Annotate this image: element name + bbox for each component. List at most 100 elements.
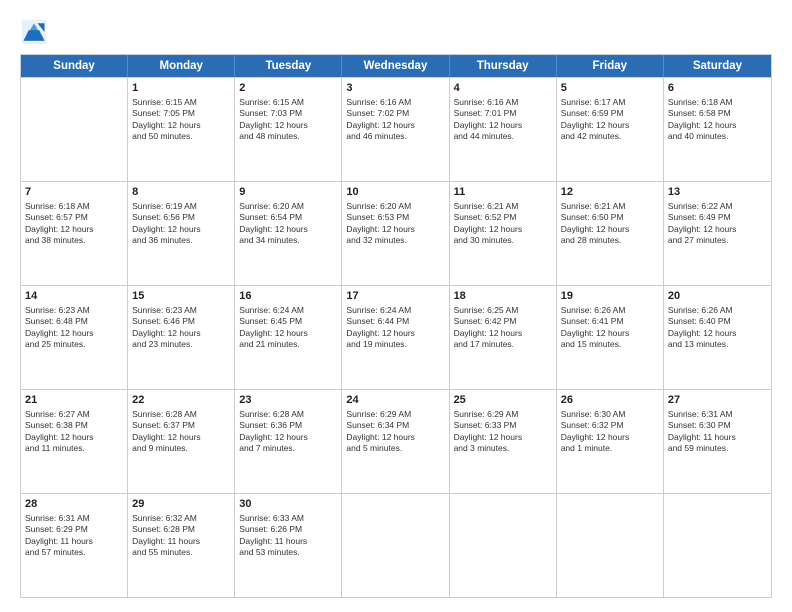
calendar-week-5: 28Sunrise: 6:31 AMSunset: 6:29 PMDayligh…	[21, 493, 771, 597]
calendar-cell: 26Sunrise: 6:30 AMSunset: 6:32 PMDayligh…	[557, 390, 664, 493]
calendar-week-1: 1Sunrise: 6:15 AMSunset: 7:05 PMDaylight…	[21, 77, 771, 181]
cell-content: Sunrise: 6:33 AM	[239, 513, 337, 524]
day-number: 26	[561, 393, 659, 408]
day-number: 2	[239, 81, 337, 96]
cell-content: Sunset: 6:37 PM	[132, 420, 230, 431]
cell-content: and 5 minutes.	[346, 443, 444, 454]
cell-content: Sunset: 6:58 PM	[668, 108, 767, 119]
cell-content: Daylight: 12 hours	[132, 224, 230, 235]
calendar-cell: 16Sunrise: 6:24 AMSunset: 6:45 PMDayligh…	[235, 286, 342, 389]
calendar-cell: 11Sunrise: 6:21 AMSunset: 6:52 PMDayligh…	[450, 182, 557, 285]
calendar-cell: 27Sunrise: 6:31 AMSunset: 6:30 PMDayligh…	[664, 390, 771, 493]
cell-content: Sunrise: 6:30 AM	[561, 409, 659, 420]
cell-content: Sunrise: 6:22 AM	[668, 201, 767, 212]
cell-content: and 34 minutes.	[239, 235, 337, 246]
cell-content: Sunrise: 6:26 AM	[561, 305, 659, 316]
cell-content: Sunrise: 6:21 AM	[561, 201, 659, 212]
calendar-header-day: Wednesday	[342, 55, 449, 77]
day-number: 15	[132, 289, 230, 304]
cell-content: Sunrise: 6:18 AM	[668, 97, 767, 108]
cell-content: Daylight: 12 hours	[454, 432, 552, 443]
cell-content: Daylight: 12 hours	[132, 120, 230, 131]
cell-content: and 23 minutes.	[132, 339, 230, 350]
cell-content: Daylight: 12 hours	[25, 432, 123, 443]
cell-content: Sunset: 6:40 PM	[668, 316, 767, 327]
cell-content: Sunrise: 6:15 AM	[239, 97, 337, 108]
cell-content: and 13 minutes.	[668, 339, 767, 350]
cell-content: Sunrise: 6:27 AM	[25, 409, 123, 420]
cell-content: Daylight: 12 hours	[561, 224, 659, 235]
calendar-week-4: 21Sunrise: 6:27 AMSunset: 6:38 PMDayligh…	[21, 389, 771, 493]
cell-content: Sunset: 7:02 PM	[346, 108, 444, 119]
calendar-week-2: 7Sunrise: 6:18 AMSunset: 6:57 PMDaylight…	[21, 181, 771, 285]
cell-content: Sunset: 7:01 PM	[454, 108, 552, 119]
cell-content: and 44 minutes.	[454, 131, 552, 142]
cell-content: Sunset: 6:34 PM	[346, 420, 444, 431]
cell-content: Sunset: 6:57 PM	[25, 212, 123, 223]
cell-content: Daylight: 11 hours	[25, 536, 123, 547]
day-number: 5	[561, 81, 659, 96]
cell-content: Sunset: 7:03 PM	[239, 108, 337, 119]
calendar-header-day: Sunday	[21, 55, 128, 77]
cell-content: Sunrise: 6:23 AM	[25, 305, 123, 316]
calendar-header-day: Monday	[128, 55, 235, 77]
day-number: 9	[239, 185, 337, 200]
calendar-cell: 21Sunrise: 6:27 AMSunset: 6:38 PMDayligh…	[21, 390, 128, 493]
calendar-cell: 6Sunrise: 6:18 AMSunset: 6:58 PMDaylight…	[664, 78, 771, 181]
calendar-cell: 24Sunrise: 6:29 AMSunset: 6:34 PMDayligh…	[342, 390, 449, 493]
calendar-cell: 17Sunrise: 6:24 AMSunset: 6:44 PMDayligh…	[342, 286, 449, 389]
day-number: 7	[25, 185, 123, 200]
day-number: 3	[346, 81, 444, 96]
cell-content: Sunrise: 6:16 AM	[346, 97, 444, 108]
cell-content: Sunset: 6:30 PM	[668, 420, 767, 431]
day-number: 28	[25, 497, 123, 512]
cell-content: and 21 minutes.	[239, 339, 337, 350]
cell-content: Sunrise: 6:20 AM	[239, 201, 337, 212]
day-number: 17	[346, 289, 444, 304]
cell-content: and 59 minutes.	[668, 443, 767, 454]
cell-content: Sunset: 6:52 PM	[454, 212, 552, 223]
calendar-cell: 10Sunrise: 6:20 AMSunset: 6:53 PMDayligh…	[342, 182, 449, 285]
cell-content: Daylight: 12 hours	[668, 224, 767, 235]
cell-content: Daylight: 12 hours	[346, 120, 444, 131]
cell-content: Sunset: 6:42 PM	[454, 316, 552, 327]
day-number: 30	[239, 497, 337, 512]
day-number: 16	[239, 289, 337, 304]
cell-content: and 50 minutes.	[132, 131, 230, 142]
cell-content: Sunrise: 6:19 AM	[132, 201, 230, 212]
cell-content: Daylight: 12 hours	[239, 224, 337, 235]
calendar-cell: 4Sunrise: 6:16 AMSunset: 7:01 PMDaylight…	[450, 78, 557, 181]
calendar-cell: 15Sunrise: 6:23 AMSunset: 6:46 PMDayligh…	[128, 286, 235, 389]
calendar-cell	[21, 78, 128, 181]
cell-content: and 3 minutes.	[454, 443, 552, 454]
cell-content: Sunrise: 6:20 AM	[346, 201, 444, 212]
cell-content: Sunset: 6:46 PM	[132, 316, 230, 327]
cell-content: and 9 minutes.	[132, 443, 230, 454]
cell-content: and 25 minutes.	[25, 339, 123, 350]
cell-content: and 53 minutes.	[239, 547, 337, 558]
calendar-cell: 23Sunrise: 6:28 AMSunset: 6:36 PMDayligh…	[235, 390, 342, 493]
cell-content: Daylight: 12 hours	[454, 120, 552, 131]
cell-content: Daylight: 12 hours	[454, 328, 552, 339]
cell-content: Daylight: 12 hours	[454, 224, 552, 235]
cell-content: Sunrise: 6:28 AM	[239, 409, 337, 420]
calendar-cell: 12Sunrise: 6:21 AMSunset: 6:50 PMDayligh…	[557, 182, 664, 285]
cell-content: and 7 minutes.	[239, 443, 337, 454]
cell-content: and 38 minutes.	[25, 235, 123, 246]
cell-content: Sunrise: 6:31 AM	[25, 513, 123, 524]
calendar-cell: 3Sunrise: 6:16 AMSunset: 7:02 PMDaylight…	[342, 78, 449, 181]
calendar-header: SundayMondayTuesdayWednesdayThursdayFrid…	[21, 55, 771, 77]
cell-content: Sunrise: 6:29 AM	[346, 409, 444, 420]
calendar-week-3: 14Sunrise: 6:23 AMSunset: 6:48 PMDayligh…	[21, 285, 771, 389]
day-number: 22	[132, 393, 230, 408]
cell-content: Sunset: 6:32 PM	[561, 420, 659, 431]
cell-content: Sunrise: 6:15 AM	[132, 97, 230, 108]
calendar-header-day: Friday	[557, 55, 664, 77]
cell-content: Daylight: 12 hours	[239, 120, 337, 131]
cell-content: Sunrise: 6:31 AM	[668, 409, 767, 420]
calendar-cell: 30Sunrise: 6:33 AMSunset: 6:26 PMDayligh…	[235, 494, 342, 597]
calendar-cell	[450, 494, 557, 597]
cell-content: Daylight: 12 hours	[346, 224, 444, 235]
cell-content: and 36 minutes.	[132, 235, 230, 246]
cell-content: Sunset: 6:45 PM	[239, 316, 337, 327]
